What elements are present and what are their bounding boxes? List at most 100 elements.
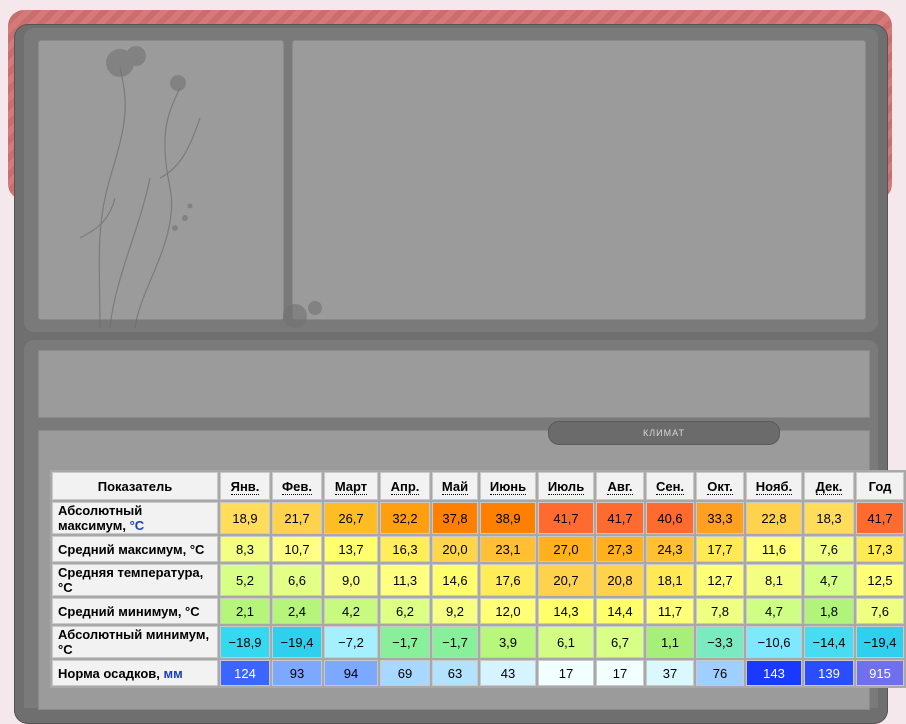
table-cell: 2,4 — [272, 598, 322, 624]
row-label: Средний минимум, °C — [52, 598, 218, 624]
table-cell: 12,5 — [856, 564, 904, 596]
table-row: Средняя температура, °C 5,2 6,6 9,0 11,3 14,6… — [52, 564, 904, 596]
table-cell: 38,9 — [480, 502, 536, 534]
table-cell: 20,8 — [596, 564, 644, 596]
unit-link[interactable]: °C — [130, 518, 145, 533]
table-cell: 4,7 — [746, 598, 802, 624]
table-cell: 12,7 — [696, 564, 744, 596]
table-cell: 27,3 — [596, 536, 644, 562]
table-cell: 17 — [596, 660, 644, 686]
table-cell: 8,3 — [220, 536, 270, 562]
table-cell: 17,7 — [696, 536, 744, 562]
table-cell: 5,2 — [220, 564, 270, 596]
table-cell: 14,6 — [432, 564, 478, 596]
table-cell: 94 — [324, 660, 378, 686]
table-cell: 11,3 — [380, 564, 430, 596]
table-cell: 2,1 — [220, 598, 270, 624]
table-cell: 18,9 — [220, 502, 270, 534]
column-header-month: Год — [856, 472, 904, 500]
table-cell: 21,7 — [272, 502, 322, 534]
table-header-row: Показатель Янв. Фев. Март Апр. Май Июнь Июль Авг… — [52, 472, 904, 500]
table-cell: 9,0 — [324, 564, 378, 596]
table-cell: 8,1 — [746, 564, 802, 596]
table-cell: 17,6 — [480, 564, 536, 596]
table-cell: 6,7 — [596, 626, 644, 658]
column-header-month: Авг. — [596, 472, 644, 500]
table-cell: 3,9 — [480, 626, 536, 658]
table-cell: −10,6 — [746, 626, 802, 658]
table-cell: 76 — [696, 660, 744, 686]
climate-tab[interactable]: Климат — [548, 421, 780, 445]
row-label: Абсолютный минимум, °C — [52, 626, 218, 658]
table-cell: 41,7 — [856, 502, 904, 534]
table-cell: −3,3 — [696, 626, 744, 658]
table-cell: 13,7 — [324, 536, 378, 562]
column-header-month: Сен. — [646, 472, 694, 500]
table-cell: 6,1 — [538, 626, 594, 658]
right-image-tile — [292, 40, 866, 320]
column-header-month: Июль — [538, 472, 594, 500]
table-cell: 37,8 — [432, 502, 478, 534]
table-cell: 41,7 — [538, 502, 594, 534]
table-cell: 23,1 — [480, 536, 536, 562]
table-cell: 20,0 — [432, 536, 478, 562]
column-header-month: Июнь — [480, 472, 536, 500]
column-header-month: Фев. — [272, 472, 322, 500]
table-cell: 18,1 — [646, 564, 694, 596]
table-cell: 12,0 — [480, 598, 536, 624]
table-cell: −19,4 — [856, 626, 904, 658]
row-label: Норма осадков, мм — [52, 660, 218, 686]
table-cell: 43 — [480, 660, 536, 686]
table-cell: 1,1 — [646, 626, 694, 658]
table-row: Средний минимум, °C 2,1 2,4 4,2 6,2 9,2 12,0 14… — [52, 598, 904, 624]
column-header-month: Март — [324, 472, 378, 500]
table-cell: −1,7 — [432, 626, 478, 658]
table-row: Абсолютный максимум, °C 18,9 21,7 26,7 32,2 3… — [52, 502, 904, 534]
row-label: Средний максимум, °C — [52, 536, 218, 562]
table-cell: −19,4 — [272, 626, 322, 658]
table-row: Норма осадков, мм 124 93 94 69 63 43 17 17 37 76 14… — [52, 660, 904, 686]
row-label: Средняя температура, °C — [52, 564, 218, 596]
table-cell: 63 — [432, 660, 478, 686]
table-cell: 22,8 — [746, 502, 802, 534]
table-cell: 9,2 — [432, 598, 478, 624]
column-header-month: Окт. — [696, 472, 744, 500]
table-cell: 37 — [646, 660, 694, 686]
climate-table: Показатель Янв. Фев. Март Апр. Май Июнь Июль Авг… — [50, 470, 906, 688]
table-cell: 124 — [220, 660, 270, 686]
table-cell: 143 — [746, 660, 802, 686]
table-cell: 6,6 — [272, 564, 322, 596]
table-cell: −18,9 — [220, 626, 270, 658]
table-row: Средний максимум, °C 8,3 10,7 13,7 16,3 20,0 2… — [52, 536, 904, 562]
table-cell: 14,3 — [538, 598, 594, 624]
table-cell: 17,3 — [856, 536, 904, 562]
table-cell: 11,6 — [746, 536, 802, 562]
table-cell: 7,8 — [696, 598, 744, 624]
column-header-month: Янв. — [220, 472, 270, 500]
table-cell: 93 — [272, 660, 322, 686]
column-header-month: Нояб. — [746, 472, 802, 500]
table-cell: 69 — [380, 660, 430, 686]
column-header-month: Апр. — [380, 472, 430, 500]
table-cell: 6,2 — [380, 598, 430, 624]
table-cell: 7,6 — [804, 536, 854, 562]
table-cell: 27,0 — [538, 536, 594, 562]
table-cell: 139 — [804, 660, 854, 686]
table-cell: 41,7 — [596, 502, 644, 534]
table-cell: −1,7 — [380, 626, 430, 658]
column-header-month: Дек. — [804, 472, 854, 500]
column-header-month: Май — [432, 472, 478, 500]
table-cell: 7,6 — [856, 598, 904, 624]
table-row: Абсолютный минимум, °C −18,9 −19,4 −7,2 −1,7… — [52, 626, 904, 658]
table-cell: 11,7 — [646, 598, 694, 624]
middle-band — [38, 350, 870, 418]
table-cell: 915 — [856, 660, 904, 686]
table-cell: 33,3 — [696, 502, 744, 534]
table-cell: −7,2 — [324, 626, 378, 658]
table-cell: 20,7 — [538, 564, 594, 596]
table-cell: 17 — [538, 660, 594, 686]
row-label: Абсолютный максимум, °C — [52, 502, 218, 534]
table-cell: 4,7 — [804, 564, 854, 596]
table-cell: 32,2 — [380, 502, 430, 534]
unit-link[interactable]: мм — [164, 666, 183, 681]
